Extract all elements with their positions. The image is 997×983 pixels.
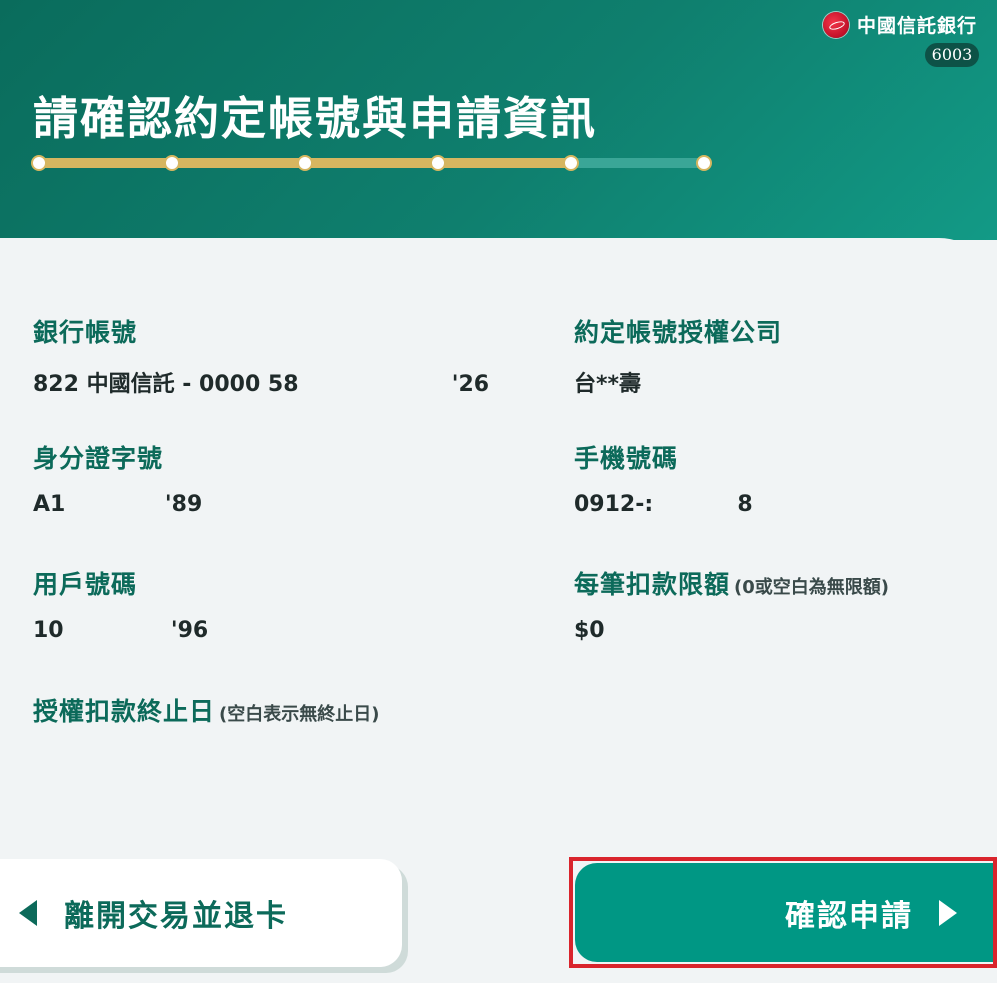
confirm-button-label: 確認申請 [785, 898, 913, 934]
brand: 中國信託銀行 [822, 11, 977, 38]
bank-account-label: 銀行帳號 [33, 318, 138, 347]
end-date-label: 授權扣款終止日 (空白表示無終止日) [33, 692, 379, 728]
confirm-application-button-highlight: 確認申請 [569, 857, 997, 968]
progress-step-dot [696, 155, 712, 171]
end-date-note: (空白表示無終止日) [219, 704, 380, 725]
progress-step-dot [164, 155, 180, 171]
end-date-field: 授權扣款終止日 (空白表示無終止日) [33, 692, 379, 745]
limit-field: 每筆扣款限額 (0或空白為無限額) $0 [574, 565, 889, 643]
id-number-value: A1 '89 [33, 492, 203, 517]
progress-step-dot [297, 155, 313, 171]
confirm-application-button[interactable]: 確認申請 [575, 863, 993, 962]
mobile-value: 0912-: 8 [574, 492, 753, 517]
limit-label-text: 每筆扣款限額 [574, 570, 731, 599]
mobile-label: 手機號碼 [574, 444, 679, 473]
user-number-value: 10 '96 [33, 618, 209, 643]
progress-step-dot [31, 155, 47, 171]
exit-and-eject-card-button[interactable]: 離開交易並退卡 [0, 859, 402, 967]
progress-step-dot [430, 155, 446, 171]
exit-button-label: 離開交易並退卡 [64, 899, 288, 934]
authorized-company-label: 約定帳號授權公司 [574, 318, 783, 347]
user-number-field: 用戶號碼 10 '96 [33, 565, 208, 643]
user-number-label: 用戶號碼 [33, 570, 138, 599]
authorized-company-value: 台**壽 [574, 372, 642, 397]
limit-label: 每筆扣款限額 (0或空白為無限額) [574, 565, 889, 601]
bank-account-value: 822 中國信託 - 0000 58 '26 [33, 372, 490, 397]
progress-step-dot [563, 155, 579, 171]
arrow-left-icon [19, 900, 37, 926]
brand-name: 中國信託銀行 [856, 15, 977, 37]
end-date-label-text: 授權扣款終止日 [33, 697, 216, 726]
progress-indicator [31, 153, 714, 173]
authorized-company-field: 約定帳號授權公司 台**壽 [574, 313, 782, 398]
kiosk-id-badge: 6003 [925, 43, 979, 67]
mobile-field: 手機號碼 0912-: 8 [574, 439, 753, 517]
page-title: 請確認約定帳號與申請資訊 [33, 92, 598, 145]
ctbc-logo-icon [822, 11, 849, 38]
arrow-right-icon [939, 899, 957, 926]
id-number-label: 身分證字號 [33, 444, 164, 473]
id-number-field: 身分證字號 A1 '89 [33, 439, 202, 517]
bank-account-field: 銀行帳號 822 中國信託 - 0000 58 '26 [33, 313, 489, 398]
limit-value: $0 [574, 618, 605, 643]
limit-note: (0或空白為無限額) [734, 577, 889, 598]
